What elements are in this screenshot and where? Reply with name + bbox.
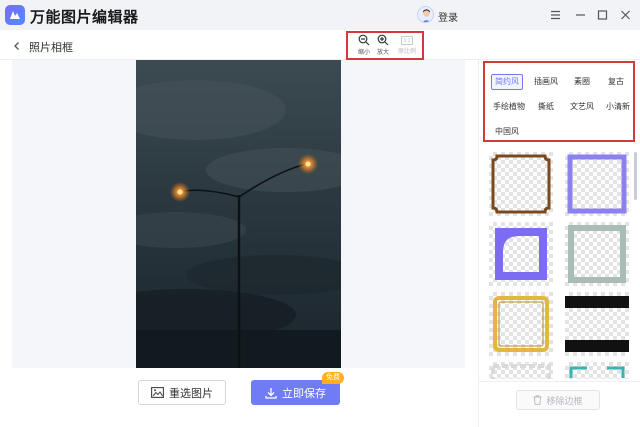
original-ratio-button[interactable]: 1:1 原比例 xyxy=(396,34,418,59)
frame-grid xyxy=(484,147,634,379)
trash-icon xyxy=(533,395,542,405)
frame-thumb-brown-ornate[interactable] xyxy=(489,152,553,216)
login-link[interactable]: 登录 xyxy=(438,9,458,24)
style-chip-illustration[interactable]: 插画风 xyxy=(529,74,563,90)
free-badge: 免费 xyxy=(322,372,344,384)
zoom-toolbar: 缩小 放大 1:1 原比例 xyxy=(346,31,424,60)
style-chip-retro[interactable]: 复古 xyxy=(601,74,631,90)
reselect-image-label: 重选图片 xyxy=(169,387,213,400)
style-chip-plain-circle[interactable]: 素圈 xyxy=(567,74,597,90)
style-chip-artsy[interactable]: 文艺风 xyxy=(565,99,599,115)
download-icon xyxy=(265,387,277,399)
maximize-icon[interactable] xyxy=(595,8,609,22)
minimize-icon[interactable] xyxy=(573,8,587,22)
frame-thumb-teal-dash[interactable] xyxy=(565,362,629,379)
title-bar: 万能图片编辑器 登录 xyxy=(0,0,640,30)
image-icon xyxy=(151,387,164,398)
frame-list-scrollbar[interactable] xyxy=(634,152,637,200)
reselect-image-button[interactable]: 重选图片 xyxy=(138,380,226,405)
frame-thumb-sage-square[interactable] xyxy=(565,222,629,286)
style-chip-minimal[interactable]: 简约风 xyxy=(491,74,523,90)
frame-thumb-purple-square[interactable] xyxy=(565,152,629,216)
original-ratio-label: 原比例 xyxy=(397,49,416,55)
style-chip-chinese[interactable]: 中国风 xyxy=(491,124,523,140)
page-title: 照片相框 xyxy=(29,42,73,54)
panel-divider xyxy=(478,381,640,382)
frame-thumb-gold-ornate[interactable] xyxy=(489,292,553,356)
menu-icon[interactable] xyxy=(548,8,562,22)
frame-thumb-gray-partial[interactable] xyxy=(489,362,553,379)
app-window: 万能图片编辑器 登录 照片相框 缩小 放大 1:1 原比例 重选图片 立即保存 … xyxy=(0,0,640,427)
user-avatar-icon[interactable] xyxy=(417,6,434,23)
frame-thumb-purple-arch[interactable] xyxy=(489,222,553,286)
zoom-out-icon xyxy=(358,34,370,46)
style-category-group: 简约风 插画风 素圈 复古 手绘植物 撕纸 文艺风 小清新 中国风 xyxy=(483,61,635,142)
close-icon[interactable] xyxy=(618,8,632,22)
style-chip-torn-paper[interactable]: 撕纸 xyxy=(529,99,563,115)
app-title: 万能图片编辑器 xyxy=(30,9,139,26)
remove-frame-label: 移除边框 xyxy=(546,395,583,406)
style-chip-fresh[interactable]: 小清新 xyxy=(601,99,635,115)
save-now-label: 立即保存 xyxy=(282,387,326,400)
style-chip-hand-drawn-plants[interactable]: 手绘植物 xyxy=(489,99,529,115)
zoom-out-label: 缩小 xyxy=(357,50,370,56)
edited-photo[interactable] xyxy=(136,60,341,368)
original-ratio-icon: 1:1 xyxy=(401,36,413,45)
zoom-in-button[interactable]: 放大 xyxy=(372,34,394,59)
app-logo-icon xyxy=(5,5,25,25)
frame-thumb-black-bars[interactable] xyxy=(565,292,629,356)
remove-frame-button[interactable]: 移除边框 xyxy=(516,390,600,410)
back-chevron-icon[interactable] xyxy=(11,39,23,51)
zoom-in-label: 放大 xyxy=(376,50,389,56)
zoom-in-icon xyxy=(377,34,389,46)
sub-header: 照片相框 xyxy=(0,30,640,60)
